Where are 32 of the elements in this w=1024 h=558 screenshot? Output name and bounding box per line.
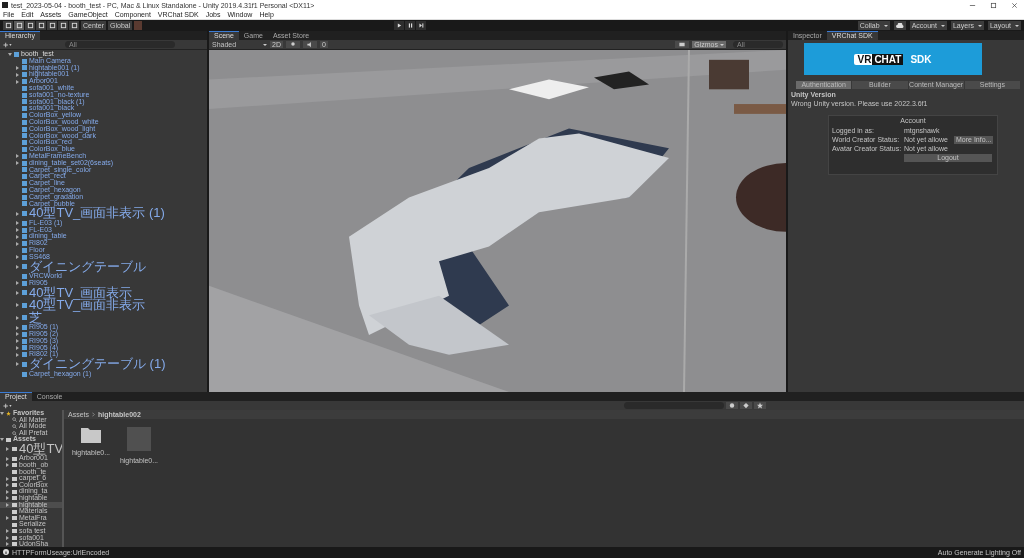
tree-item[interactable]: ダイニングテーブル (1) (0, 358, 207, 371)
folder-icon[interactable] (81, 427, 101, 443)
tree-item[interactable]: ダイニングテーブル (0, 260, 207, 274)
logo-text: CHAT (872, 53, 904, 65)
star-icon[interactable] (754, 402, 766, 409)
audio-icon[interactable] (302, 41, 317, 48)
logo-text: VR (854, 53, 873, 65)
tool-icon[interactable] (69, 21, 79, 30)
tree-item[interactable]: 40型TV_画面表示 (0, 286, 207, 300)
maximize-icon[interactable] (990, 1, 997, 9)
prefab-thumbnail[interactable] (127, 427, 151, 451)
add-icon[interactable] (3, 402, 12, 409)
app-icon (2, 2, 8, 8)
tool-icon[interactable] (58, 21, 68, 30)
tool-icon[interactable] (3, 21, 13, 30)
tree-item[interactable]: 芝 (0, 311, 207, 325)
star-icon (6, 410, 11, 416)
close-icon[interactable] (1011, 1, 1018, 9)
add-icon[interactable] (3, 41, 12, 48)
tool-icon[interactable] (25, 21, 35, 30)
pause-button[interactable] (405, 21, 416, 30)
tool-icon[interactable] (36, 21, 46, 30)
logo-text: SDK (910, 53, 932, 65)
tree-item[interactable]: 40型TV_画面非表示 (1) (0, 207, 207, 220)
tool-icon[interactable] (47, 21, 57, 30)
tree-item[interactable]: 40型TV_画面非表示 (0, 299, 207, 312)
play-button[interactable] (394, 21, 405, 30)
cloud-icon[interactable] (893, 21, 906, 30)
chevron-icon (92, 412, 95, 417)
tool-icon[interactable] (14, 21, 24, 30)
search-field[interactable] (624, 402, 724, 409)
step-button[interactable] (416, 21, 427, 30)
